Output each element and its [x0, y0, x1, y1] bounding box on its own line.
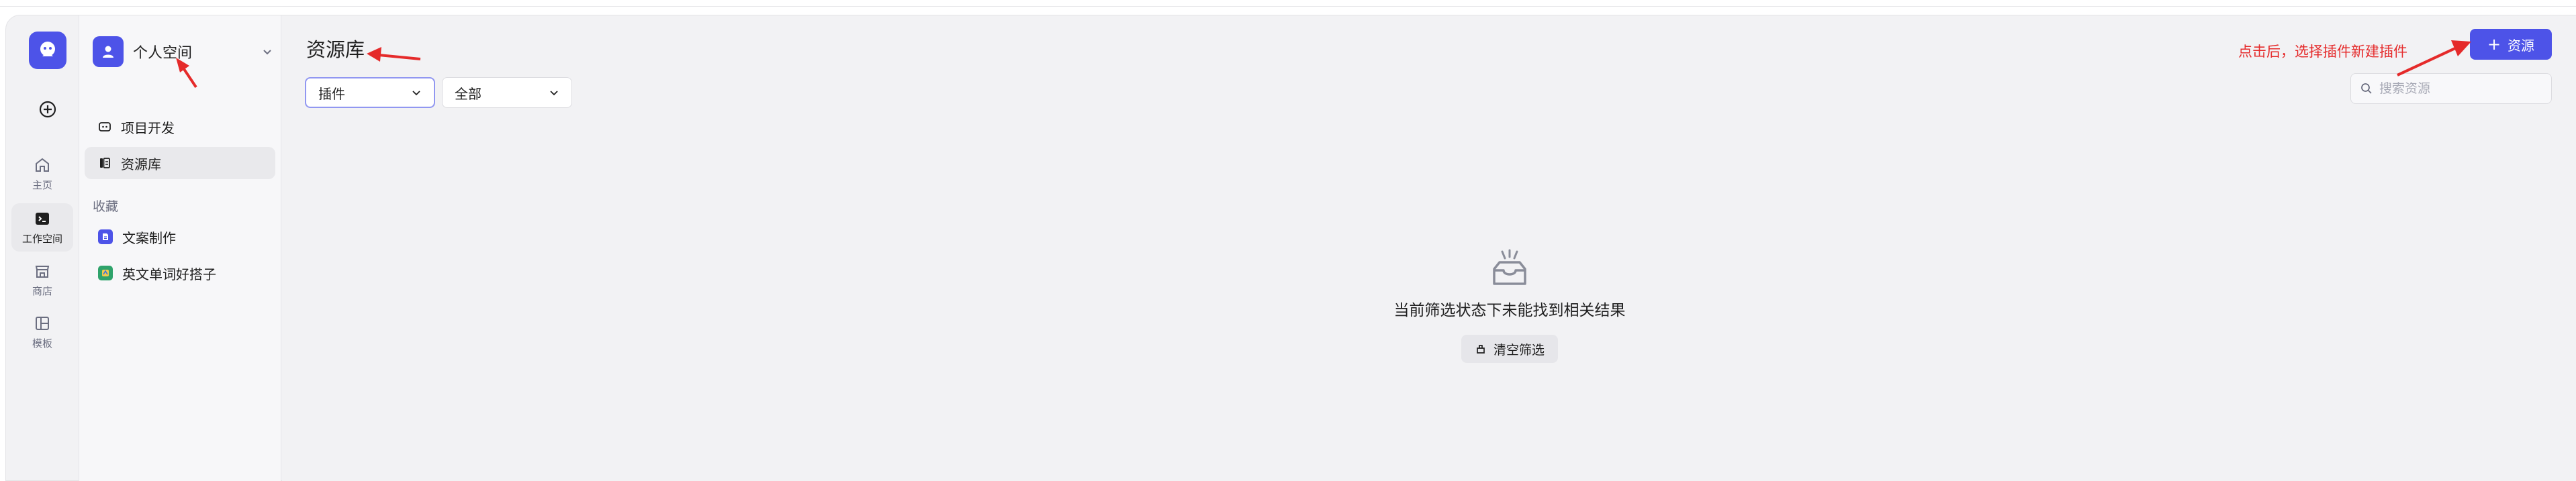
- empty-state: 当前筛选状态下未能找到相关结果 清空筛选: [1295, 249, 1724, 363]
- empty-state-text: 当前筛选状态下未能找到相关结果: [1393, 302, 1626, 319]
- clear-filter-label: 清空筛选: [1493, 342, 1545, 358]
- scope-filter-value: 全部: [455, 85, 481, 102]
- chevron-down-icon: [412, 91, 420, 96]
- project-icon: [98, 120, 111, 133]
- favorite-item-label: 文案制作: [122, 229, 176, 246]
- rail-item-template[interactable]: 模板: [11, 308, 73, 356]
- logo-icon: [40, 42, 55, 56]
- workspace-icon: [36, 212, 49, 225]
- search-input[interactable]: [2379, 81, 2540, 96]
- add-resource-button[interactable]: + 资源: [2470, 29, 2552, 60]
- workspace-avatar: [93, 36, 124, 67]
- template-icon: [36, 316, 49, 330]
- home-icon: [36, 158, 49, 172]
- workspace-sidebar: 个人空间 项目开发 资源库 收藏 文案制作 英文单词好搭子: [79, 15, 281, 481]
- left-rail: 主页 工作空间 商店 模板: [6, 15, 79, 481]
- favorites-title: 收藏: [93, 199, 119, 214]
- main-content: 资源库 插件 全部 点击后，选择插件新建插件 + 资源 搜索资源 当前筛选状态下…: [282, 15, 2576, 481]
- search-box[interactable]: [2350, 73, 2552, 104]
- top-edge: [0, 0, 2576, 7]
- workspace-switcher[interactable]: 个人空间: [93, 33, 274, 70]
- rail-item-label: 工作空间: [21, 232, 62, 245]
- nav-item-library[interactable]: 资源库: [85, 147, 275, 179]
- favorite-item-label: 英文单词好搭子: [122, 266, 216, 282]
- plus-icon: +: [2487, 35, 2501, 54]
- rail-item-home[interactable]: 主页: [11, 150, 73, 198]
- favorite-item[interactable]: 英文单词好搭子: [85, 257, 275, 289]
- plus-circle-icon: [39, 101, 56, 118]
- annotation-text: 点击后，选择插件新建插件: [2238, 44, 2407, 60]
- store-icon: [35, 265, 50, 278]
- app-logo[interactable]: [29, 32, 66, 69]
- rail-item-store[interactable]: 商店: [11, 256, 73, 304]
- empty-inbox-icon: [1493, 249, 1526, 285]
- workspace-name: 个人空间: [133, 45, 193, 62]
- rail-item-label: 主页: [32, 178, 52, 191]
- add-resource-label: 资源: [2508, 37, 2535, 54]
- clear-filter-icon: [1475, 343, 1487, 355]
- library-icon: [98, 156, 111, 170]
- rail-item-label: 模板: [32, 337, 52, 350]
- user-icon: [103, 46, 113, 58]
- create-button[interactable]: [33, 95, 62, 124]
- chevron-down-icon: [550, 91, 558, 96]
- search-icon: [2361, 83, 2372, 94]
- clear-filter-button[interactable]: 清空筛选: [1461, 335, 1558, 363]
- page-title: 资源库: [306, 38, 365, 61]
- nav-item-projects[interactable]: 项目开发: [85, 111, 275, 143]
- nav-item-label: 资源库: [121, 156, 161, 172]
- chevron-down-icon: [261, 45, 274, 58]
- favorite-item[interactable]: 文案制作: [85, 221, 275, 253]
- nav-item-label: 项目开发: [121, 119, 175, 136]
- favorite-app-icon: [98, 229, 113, 244]
- scope-filter-select[interactable]: 全部: [442, 77, 572, 108]
- type-filter-value: 插件: [318, 85, 345, 102]
- favorite-app-icon: [98, 266, 113, 280]
- app-window: 主页 工作空间 商店 模板 个人空间 项目开发 资源库 收藏 文案制作 英文单词…: [0, 0, 2576, 481]
- type-filter-select[interactable]: 插件: [305, 77, 435, 108]
- rail-item-label: 商店: [32, 284, 52, 297]
- rail-item-workspace[interactable]: 工作空间: [11, 203, 73, 252]
